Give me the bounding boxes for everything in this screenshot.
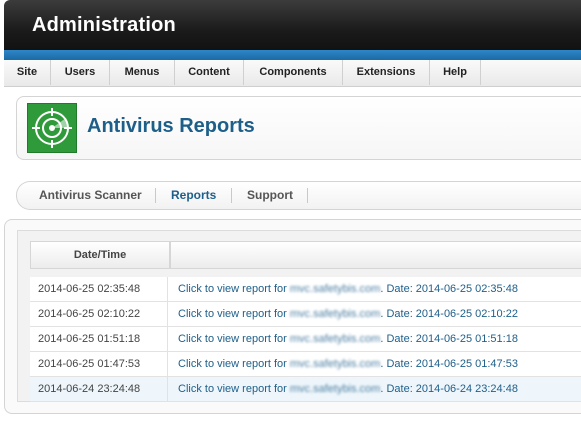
link-suffix: . Date: 2014-06-24 23:24:48 bbox=[380, 383, 518, 395]
tab-divider bbox=[307, 188, 308, 203]
cell-datetime: 2014-06-25 02:35:48 bbox=[30, 277, 168, 301]
site-name: mvc.safetybis.com bbox=[289, 308, 381, 320]
table-row: 2014-06-25 02:10:22 Click to view report… bbox=[30, 302, 581, 327]
admin-header: Administration bbox=[4, 0, 581, 52]
site-name: mvc.safetybis.com bbox=[289, 383, 381, 395]
tab-divider bbox=[231, 188, 232, 203]
link-prefix: Click to view report for bbox=[178, 283, 287, 295]
tab-antivirus-scanner[interactable]: Antivirus Scanner bbox=[39, 182, 142, 209]
menu-extensions[interactable]: Extensions bbox=[343, 60, 430, 85]
link-prefix: Click to view report for bbox=[178, 308, 287, 320]
header-accent-strip bbox=[4, 50, 581, 60]
menu-menus[interactable]: Menus bbox=[110, 60, 175, 85]
link-suffix: . Date: 2014-06-25 01:51:18 bbox=[380, 333, 518, 345]
view-report-link[interactable]: Click to view report for mvc.safetybis.c… bbox=[178, 277, 518, 301]
link-suffix: . Date: 2014-06-25 02:35:48 bbox=[380, 283, 518, 295]
site-name: mvc.safetybis.com bbox=[289, 333, 381, 345]
title-panel: Antivirus Reports bbox=[16, 96, 581, 160]
table-row: 2014-06-25 02:35:48 Click to view report… bbox=[30, 277, 581, 302]
view-report-link[interactable]: Click to view report for mvc.safetybis.c… bbox=[178, 377, 518, 401]
menu-content[interactable]: Content bbox=[175, 60, 244, 85]
page-title: Antivirus Reports bbox=[87, 115, 255, 137]
table-header-row: Date/Time bbox=[30, 241, 581, 269]
column-header-datetime[interactable]: Date/Time bbox=[30, 241, 170, 269]
site-name: mvc.safetybis.com bbox=[289, 358, 381, 370]
view-report-link[interactable]: Click to view report for mvc.safetybis.c… bbox=[178, 352, 518, 376]
view-report-link[interactable]: Click to view report for mvc.safetybis.c… bbox=[178, 302, 518, 326]
view-report-link[interactable]: Click to view report for mvc.safetybis.c… bbox=[178, 327, 518, 351]
tab-reports[interactable]: Reports bbox=[171, 182, 216, 209]
main-menu: Site Users Menus Content Components Exte… bbox=[4, 60, 581, 87]
menu-components[interactable]: Components bbox=[244, 60, 343, 85]
menu-site[interactable]: Site bbox=[4, 60, 51, 85]
tab-bar: Antivirus Scanner Reports Support bbox=[16, 181, 581, 210]
cell-datetime: 2014-06-25 01:51:18 bbox=[30, 327, 168, 351]
table-row: 2014-06-25 01:47:53 Click to view report… bbox=[30, 352, 581, 377]
table-row: 2014-06-24 23:24:48 Click to view report… bbox=[30, 377, 581, 402]
link-suffix: . Date: 2014-06-25 02:10:22 bbox=[380, 308, 518, 320]
cell-datetime: 2014-06-25 02:10:22 bbox=[30, 302, 168, 326]
link-prefix: Click to view report for bbox=[178, 358, 287, 370]
reports-table: Date/Time 2014-06-25 02:35:48 Click to v… bbox=[17, 230, 581, 402]
radar-target-icon bbox=[27, 103, 77, 153]
reports-panel: Date/Time 2014-06-25 02:35:48 Click to v… bbox=[4, 219, 581, 414]
admin-title: Administration bbox=[32, 14, 176, 36]
cell-datetime: 2014-06-25 01:47:53 bbox=[30, 352, 168, 376]
cell-datetime: 2014-06-24 23:24:48 bbox=[30, 377, 168, 401]
site-name: mvc.safetybis.com bbox=[289, 283, 381, 295]
column-header-report bbox=[170, 241, 581, 269]
link-suffix: . Date: 2014-06-25 01:47:53 bbox=[380, 358, 518, 370]
link-prefix: Click to view report for bbox=[178, 383, 287, 395]
tab-support[interactable]: Support bbox=[247, 182, 293, 209]
menu-users[interactable]: Users bbox=[51, 60, 110, 85]
tab-divider bbox=[155, 188, 156, 203]
link-prefix: Click to view report for bbox=[178, 333, 287, 345]
menu-help[interactable]: Help bbox=[430, 60, 481, 85]
table-row: 2014-06-25 01:51:18 Click to view report… bbox=[30, 327, 581, 352]
